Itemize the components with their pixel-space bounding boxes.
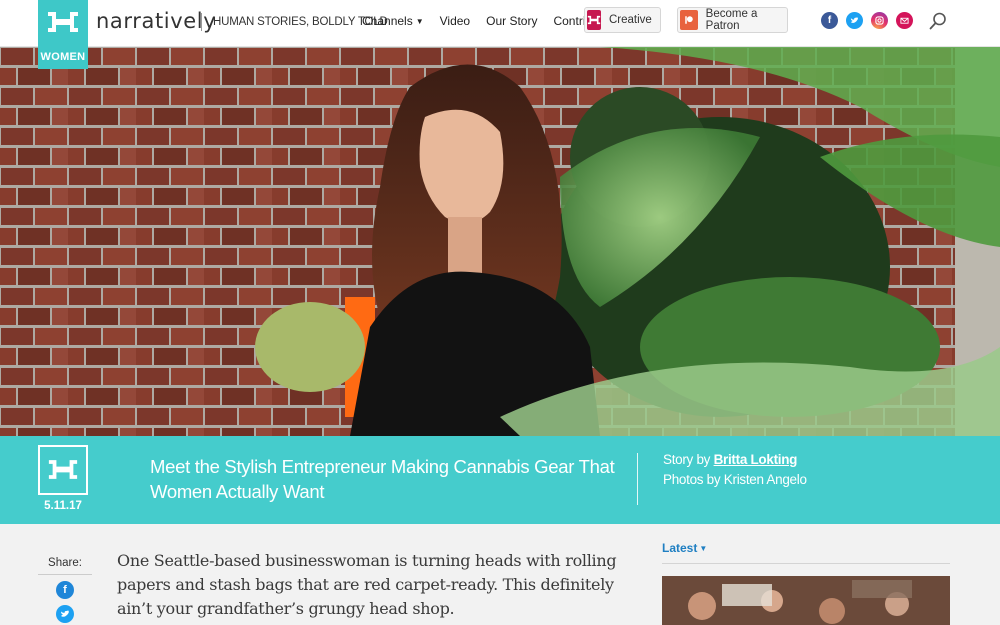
latest-dropdown[interactable]: Latest ▼ xyxy=(662,541,707,555)
nav-channels-label: Channels xyxy=(362,14,413,28)
creative-label: Creative xyxy=(609,14,652,26)
brand-divider xyxy=(201,13,202,31)
photos-by-line: Photos by Kristen Angelo xyxy=(663,472,807,487)
patreon-icon xyxy=(680,10,698,30)
main-nav: Channels ▼ Video Our Story Contribute xyxy=(362,14,609,28)
site-logo[interactable]: WOMEN xyxy=(38,0,88,69)
search-icon[interactable] xyxy=(928,11,948,31)
logo-mark-icon xyxy=(48,12,78,32)
article-logo-icon xyxy=(38,445,88,495)
author-link[interactable]: Britta Lokting xyxy=(714,452,798,467)
share-facebook-icon[interactable]: f xyxy=(56,581,74,599)
share-panel: Share: f xyxy=(38,557,92,623)
article-title-band: 5.11.17 Meet the Stylish Entrepreneur Ma… xyxy=(0,436,1000,524)
credits-divider xyxy=(637,453,638,505)
brand-wordmark[interactable]: narratively xyxy=(96,9,216,33)
share-divider xyxy=(38,574,92,575)
article-credits: Story by Britta Lokting Photos by Kriste… xyxy=(663,450,807,490)
latest-divider xyxy=(662,563,950,564)
become-patron-label: Become a Patron xyxy=(705,8,758,32)
become-patron-button[interactable]: Become a Patron xyxy=(677,7,788,33)
facebook-icon[interactable]: f xyxy=(821,12,838,29)
article-date: 5.11.17 xyxy=(44,500,82,512)
share-twitter-icon[interactable] xyxy=(56,605,74,623)
nav-channels[interactable]: Channels ▼ xyxy=(362,14,424,28)
latest-story-thumbnail[interactable] xyxy=(662,576,950,625)
nav-video[interactable]: Video xyxy=(440,14,470,28)
article-intro: One Seattle-based businesswoman is turni… xyxy=(117,551,617,618)
site-header: WOMEN narratively HUMAN STORIES, BOLDLY … xyxy=(0,0,1000,69)
latest-label: Latest xyxy=(662,541,698,555)
creative-logo-icon xyxy=(587,10,601,30)
article-headline: Meet the Stylish Entrepreneur Making Can… xyxy=(150,456,615,502)
chevron-down-icon: ▼ xyxy=(415,16,424,26)
social-links: f xyxy=(821,12,913,29)
nav-our-story[interactable]: Our Story xyxy=(486,14,537,28)
twitter-icon[interactable] xyxy=(846,12,863,29)
logo-channel-tag: WOMEN xyxy=(40,51,86,63)
hero-image xyxy=(0,47,1000,436)
article-page: WOMEN narratively HUMAN STORIES, BOLDLY … xyxy=(0,0,1000,625)
share-label: Share: xyxy=(48,557,82,569)
email-icon[interactable] xyxy=(896,12,913,29)
story-by-label: Story by xyxy=(663,452,711,467)
chevron-down-icon: ▼ xyxy=(699,543,708,553)
story-by-line: Story by Britta Lokting xyxy=(663,450,807,470)
instagram-icon[interactable] xyxy=(871,12,888,29)
creative-button[interactable]: Creative xyxy=(584,7,661,33)
